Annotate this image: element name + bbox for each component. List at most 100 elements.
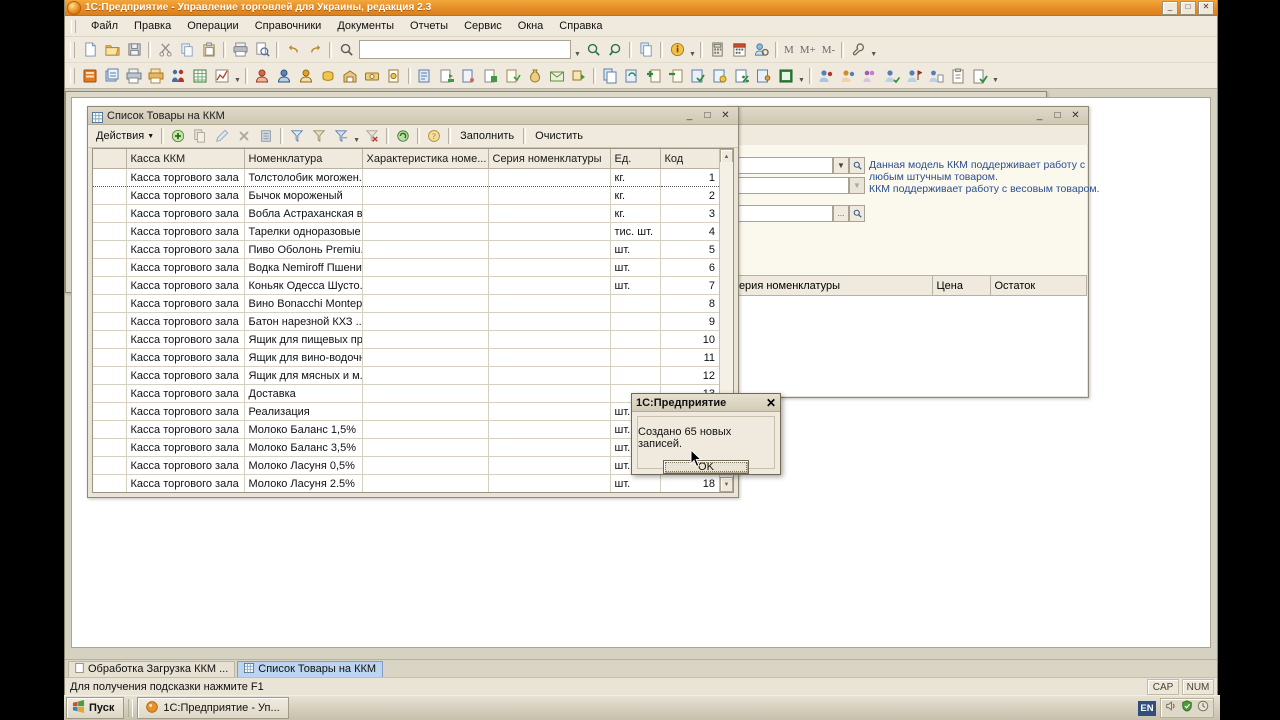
add-record-icon[interactable] — [167, 125, 189, 147]
table-row[interactable]: Касса торгового зала Ящик для вино-водочн… — [93, 348, 720, 367]
table-row[interactable]: Касса торгового зала Пиво Оболонь Premiu.… — [93, 240, 720, 259]
menu-item-help[interactable]: Справка — [551, 18, 610, 34]
print-doc-icon[interactable] — [123, 65, 145, 87]
column-header-kod[interactable]: Код — [660, 149, 720, 169]
new-document-icon[interactable] — [79, 39, 101, 61]
memory-m-button[interactable]: M — [781, 44, 797, 56]
close-button[interactable]: ✕ — [1198, 0, 1214, 15]
ellipsis-button[interactable]: ... — [833, 204, 849, 222]
table-row[interactable]: Касса торгового зала Бычок мороженый кг. 2 — [93, 186, 720, 205]
invoice-cart-icon[interactable] — [458, 65, 480, 87]
column-header-harakt[interactable]: Характеристика номе... — [362, 149, 489, 169]
table-row[interactable]: Касса торгового залаДоставка13 — [93, 384, 720, 403]
contacts-icon[interactable] — [167, 65, 189, 87]
menu-item-file[interactable]: Файл — [83, 18, 126, 34]
column-header-seria[interactable]: Серия номенклатуры — [488, 149, 611, 169]
kkm-type-input[interactable] — [727, 176, 849, 194]
clipboard-check-icon[interactable] — [969, 65, 991, 87]
paste-icon[interactable] — [198, 39, 220, 61]
chevron-down-icon[interactable]: ▼ — [833, 156, 849, 174]
doc-copy-blue-icon[interactable] — [599, 65, 621, 87]
invoice-green3-icon[interactable] — [502, 65, 524, 87]
help-icon[interactable]: ? — [423, 125, 445, 147]
customer-blue-icon[interactable] — [273, 65, 295, 87]
toolbar-grip[interactable] — [70, 67, 75, 84]
close-button[interactable]: ✕ — [720, 110, 731, 121]
open-folder-icon[interactable] — [101, 39, 123, 61]
maximize-button[interactable]: □ — [702, 110, 713, 121]
memory-mplus-button[interactable]: M+ — [797, 44, 819, 56]
column-header-ed[interactable]: Ед. — [610, 149, 661, 169]
person-list-icon[interactable] — [925, 65, 947, 87]
refresh-icon[interactable] — [392, 125, 414, 147]
table-row[interactable]: Касса торгового зала Коньяк Одесса Шусто.… — [93, 276, 720, 295]
calculator-icon[interactable] — [706, 39, 728, 61]
cash-icon[interactable] — [361, 65, 383, 87]
menu-item-edit[interactable]: Правка — [126, 18, 179, 34]
filter-dropdown-arrow[interactable]: ▼ — [352, 126, 361, 146]
table-row[interactable]: Касса торгового зала Тарелки одноразовые т… — [93, 222, 720, 241]
table-row[interactable]: Касса торгового зала Вино Bonacchi Montep… — [93, 294, 720, 313]
ok-button[interactable]: OK — [663, 460, 749, 474]
maximize-button[interactable]: □ — [1180, 0, 1196, 15]
person-check-icon[interactable] — [881, 65, 903, 87]
window-item-processing[interactable]: Обработка Загрузка ККМ ... — [68, 660, 236, 678]
menu-item-documents[interactable]: Документы — [329, 18, 402, 34]
menu-item-reports[interactable]: Отчеты — [402, 18, 456, 34]
column-header-seria[interactable]: Серия номенклатуры — [727, 276, 933, 296]
invoice-green2-icon[interactable] — [480, 65, 502, 87]
toolbar-group-arrow[interactable]: ▼ — [991, 66, 1000, 86]
menu-item-service[interactable]: Сервис — [456, 18, 510, 34]
menu-item-catalogs[interactable]: Справочники — [247, 18, 330, 34]
people-blue-icon[interactable] — [815, 65, 837, 87]
menu-item-operations[interactable]: Операции — [179, 18, 246, 34]
goods-window-title-bar[interactable]: Список Товары на ККМ _ □ ✕ — [88, 107, 738, 125]
minimize-button[interactable]: _ — [1034, 110, 1045, 121]
book-orange-icon[interactable] — [79, 65, 101, 87]
edit-record-icon[interactable] — [211, 125, 233, 147]
undo-icon[interactable] — [282, 39, 304, 61]
copy-record-icon[interactable] — [189, 125, 211, 147]
close-button[interactable]: ✕ — [1070, 110, 1081, 121]
report-blue-icon[interactable] — [101, 65, 123, 87]
people-group-icon[interactable] — [859, 65, 881, 87]
table-row[interactable]: Касса торгового зала Молоко Баланс 3,5% шт… — [93, 438, 720, 457]
chart-icon[interactable] — [211, 65, 233, 87]
maximize-button[interactable]: □ — [1052, 110, 1063, 121]
table-row[interactable]: Касса торгового зала Ящик для пищевых пр.… — [93, 330, 720, 349]
customer-orange-icon[interactable] — [295, 65, 317, 87]
fill-button[interactable]: Заполнить — [454, 129, 520, 143]
table-row[interactable]: Касса торгового зала Ящик для мясных и м.… — [93, 366, 720, 385]
select-search-icon[interactable] — [849, 204, 865, 222]
money-bag-icon[interactable] — [524, 65, 546, 87]
kkm-kassa-input[interactable] — [727, 204, 833, 222]
info-dropdown-arrow[interactable]: ▼ — [688, 40, 697, 60]
toolbar-overflow-arrow[interactable]: ▼ — [869, 40, 878, 60]
doc-add-icon[interactable] — [643, 65, 665, 87]
table-row[interactable]: Касса торгового зала Вобла Астраханская в… — [93, 204, 720, 223]
column-header-price[interactable]: Цена — [932, 276, 991, 296]
volume-icon[interactable] — [1165, 699, 1177, 717]
close-icon[interactable]: ✕ — [766, 396, 776, 410]
doc-user-icon[interactable] — [753, 65, 775, 87]
kkm-goods-grid[interactable]: Серия номенклатуры Цена Остаток — [727, 275, 1087, 396]
cut-icon[interactable] — [154, 39, 176, 61]
column-header-kassa[interactable]: Касса ККМ — [126, 149, 245, 169]
print-orange-icon[interactable] — [145, 65, 167, 87]
print-preview-icon[interactable] — [251, 39, 273, 61]
warehouse-icon[interactable] — [339, 65, 361, 87]
mark-delete-icon[interactable] — [255, 125, 277, 147]
language-indicator[interactable]: EN — [1138, 700, 1156, 716]
redo-icon[interactable] — [304, 39, 326, 61]
select-search-icon[interactable] — [849, 156, 865, 174]
toolbar-group-arrow[interactable]: ▼ — [233, 66, 242, 86]
clear-filter-icon[interactable] — [361, 125, 383, 147]
copy-icon[interactable] — [176, 39, 198, 61]
save-icon[interactable] — [123, 39, 145, 61]
table-row[interactable]: Касса торгового зала Водка Nemiroff Пшени… — [93, 258, 720, 277]
search-dropdown-arrow[interactable]: ▼ — [573, 40, 582, 60]
table-row[interactable]: Касса торгового зала Толстолобик мorожен.… — [93, 168, 720, 187]
invoice-green-icon[interactable] — [436, 65, 458, 87]
actions-menu-button[interactable]: Действия ▼ — [92, 129, 158, 143]
calendar-icon[interactable] — [728, 39, 750, 61]
